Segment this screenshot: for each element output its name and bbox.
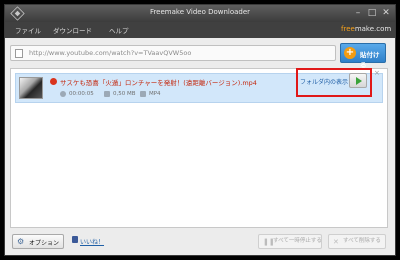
play-button[interactable]: [349, 73, 367, 88]
pause-all-label: すべて一時停止する: [273, 238, 322, 244]
clock-icon: [60, 91, 66, 97]
minimize-icon[interactable]: –: [351, 6, 365, 20]
brand-link[interactable]: freemake.com: [341, 25, 391, 33]
menu-download[interactable]: ダウンロード: [53, 25, 92, 35]
download-duration: 00:00:05: [69, 91, 94, 97]
paste-button[interactable]: + 貼付ける: [340, 43, 386, 69]
remove-row-icon[interactable]: ×: [374, 70, 381, 77]
download-status-icon: [50, 78, 57, 85]
maximize-icon[interactable]: □: [365, 6, 379, 20]
menu-file[interactable]: ファイル: [15, 25, 41, 35]
show-in-folder-link[interactable]: フォルダ内の表示: [300, 77, 348, 86]
download-format: MP4: [149, 91, 161, 97]
close-icon[interactable]: ✕: [379, 6, 393, 20]
like-link[interactable]: いいね！: [80, 237, 104, 246]
menu-help[interactable]: ヘルプ: [109, 25, 129, 35]
download-list: サスケも恐喜「火遁」ロンチャーを発射！(遠距離バージョン).mp4 00:00:…: [10, 68, 388, 228]
url-input[interactable]: [29, 47, 329, 59]
url-bar[interactable]: [10, 45, 336, 61]
delete-all-button[interactable]: ✕ すべて削除する: [328, 234, 386, 249]
plus-icon: +: [344, 47, 356, 59]
format-icon: [140, 91, 146, 97]
paste-button-label: 貼付ける: [360, 51, 380, 69]
file-size-icon: [104, 91, 110, 97]
download-size: 0,50 MB: [113, 91, 136, 97]
gear-icon: ⚙: [17, 237, 25, 246]
like-icon[interactable]: [72, 236, 78, 243]
brand-prefix: free: [341, 25, 355, 33]
brand-suffix: make.com: [354, 25, 392, 33]
window-title: Freemake Video Downloader: [149, 8, 251, 16]
app-logo-icon: [10, 6, 25, 21]
download-title: サスケも恐喜「火遁」ロンチャーを発射！(遠距離バージョン).mp4: [60, 79, 257, 87]
delete-all-label: すべて削除する: [343, 238, 381, 244]
video-thumbnail: [19, 77, 43, 99]
title-bar[interactable]: Freemake Video Downloader – □ ✕: [5, 5, 395, 22]
delete-icon: ✕: [333, 238, 339, 246]
menu-bar: ファイル ダウンロード ヘルプ freemake.com: [5, 22, 395, 38]
options-label: オプション: [29, 240, 60, 247]
pause-all-button[interactable]: ❚❚ すべて一時停止する: [258, 234, 322, 249]
document-icon: [15, 49, 23, 58]
options-button[interactable]: ⚙ オプション: [12, 234, 64, 249]
